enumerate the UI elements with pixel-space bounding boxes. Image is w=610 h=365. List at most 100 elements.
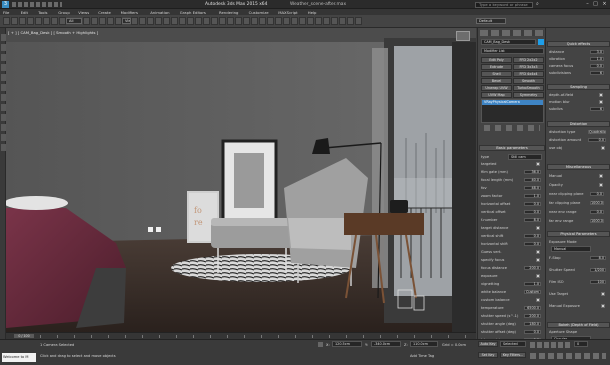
left-tool-icon[interactable] — [0, 44, 6, 51]
maximize-button[interactable]: □ — [592, 1, 599, 8]
param-spinner[interactable]: 200.0 — [524, 313, 541, 318]
toolbar-tool-icon[interactable] — [203, 17, 210, 25]
modifier-button-unwrap-uvw[interactable]: Unwrap UVW — [481, 85, 512, 91]
param-spinner[interactable]: 180.0 — [524, 321, 541, 326]
toolbar-tool-icon[interactable] — [211, 17, 218, 25]
toolbar-tool-icon[interactable] — [235, 17, 242, 25]
toolbar-tool-icon[interactable] — [339, 17, 346, 25]
param-checkbox[interactable] — [536, 250, 540, 254]
modifier-button-smooth[interactable]: Smooth — [513, 78, 544, 84]
z-coordinate-field[interactable]: 110.0cm — [410, 341, 438, 347]
toolbar-tool-icon[interactable] — [59, 17, 66, 25]
left-tool-icon[interactable] — [0, 144, 6, 151]
modifier-button-extrude[interactable]: Extrude — [481, 64, 512, 70]
toolbar-tool-icon[interactable] — [331, 17, 338, 25]
param-spinner[interactable]: 0.0 — [590, 191, 604, 196]
toolbar-tool-icon[interactable] — [307, 17, 314, 25]
toolbar-tool-icon[interactable] — [259, 17, 266, 25]
modifier-button-symmetry[interactable]: Symmetry — [513, 92, 544, 98]
param-spinner[interactable]: 200.0 — [524, 265, 541, 270]
modifier-button-shell[interactable]: Shell — [481, 71, 512, 77]
param-spinner[interactable]: 8.0 — [524, 217, 541, 222]
param-spinner[interactable]: Quadratic — [588, 129, 606, 134]
viewport-navigation-icons[interactable] — [530, 353, 606, 359]
toolbar-tool-icon[interactable] — [19, 17, 26, 25]
left-tool-icon[interactable] — [0, 74, 6, 81]
key-filters-button[interactable]: Key Filters... — [500, 352, 526, 358]
object-color-swatch[interactable] — [538, 39, 544, 45]
selection-filter-dropdown[interactable]: All — [66, 18, 82, 24]
param-spinner[interactable]: 0.0 — [524, 241, 541, 246]
toolbar-tool-icon[interactable] — [323, 17, 330, 25]
toolbar-tool-icon[interactable] — [171, 17, 178, 25]
toolbar-tool-icon[interactable] — [291, 17, 298, 25]
param-spinner[interactable]: 1/200 — [590, 267, 606, 272]
param-spinner[interactable]: 1.0 — [524, 281, 541, 286]
toolbar-tool-icon[interactable] — [147, 17, 154, 25]
param-spinner[interactable]: 6500.0 — [524, 305, 541, 310]
param-spinner[interactable]: 0.0 — [590, 63, 604, 68]
toolbar-tool-icon[interactable] — [267, 17, 274, 25]
param-checkbox[interactable] — [601, 146, 605, 150]
param-checkbox[interactable] — [536, 162, 540, 166]
key-selection-dropdown[interactable]: Selected — [500, 341, 526, 347]
param-spinner[interactable]: 0.0 — [524, 209, 541, 214]
left-tool-icon[interactable] — [0, 114, 6, 121]
toolbar-tool-icon[interactable] — [115, 17, 122, 25]
toolbar-tool-icon[interactable] — [43, 17, 50, 25]
param-checkbox[interactable] — [601, 304, 605, 308]
miscellaneous-rollout[interactable]: Miscellaneous — [547, 164, 610, 170]
modifier-button-ffd-2x2x2[interactable]: FFD 2x2x2 — [513, 57, 544, 63]
param-checkbox[interactable] — [599, 100, 603, 104]
param-spinner[interactable]: 0.0 — [590, 209, 604, 214]
param-checkbox[interactable] — [536, 298, 540, 302]
param-checkbox[interactable] — [536, 274, 540, 278]
param-spinner[interactable]: 0.0 — [588, 137, 606, 142]
workspace-dropdown[interactable]: Default — [476, 18, 506, 24]
timeline-slider[interactable]: 0 / 100 — [14, 334, 34, 338]
toolbar-tool-icon[interactable] — [107, 17, 114, 25]
stack-tool-icons[interactable] — [484, 125, 540, 131]
search-input[interactable]: Type a keyword or phrase — [475, 1, 533, 8]
lock-selection-icon[interactable] — [318, 342, 323, 347]
toolbar-tool-icon[interactable] — [275, 17, 282, 25]
param-spinner[interactable]: 1.0 — [524, 193, 541, 198]
toolbar-tool-icon[interactable] — [355, 17, 362, 25]
param-spinner[interactable]: 48.0 — [524, 185, 541, 190]
stack-item-selected[interactable]: VRayPhysicalCamera — [482, 100, 543, 105]
param-spinner[interactable]: 0.0 — [524, 329, 541, 334]
modifier-button-turbosmooth[interactable]: TurboSmooth — [513, 85, 544, 91]
toolbar-tool-icon[interactable] — [315, 17, 322, 25]
toolbar-tool-icon[interactable] — [219, 17, 226, 25]
viewport-label[interactable]: [ + ] [ CAM_Bag_Desk ] [ Smooth + Highli… — [8, 30, 98, 35]
left-tool-icon[interactable] — [0, 124, 6, 131]
param-spinner[interactable]: 100 — [590, 279, 606, 284]
left-tool-icon[interactable] — [0, 34, 6, 41]
toolbar-tool-icon[interactable] — [27, 17, 34, 25]
toolbar-tool-icon[interactable] — [99, 17, 106, 25]
toolbar-tool-icon[interactable] — [163, 17, 170, 25]
toolbar-tool-icon[interactable] — [299, 17, 306, 25]
viewport-scene[interactable]: fo re — [6, 28, 476, 332]
param-spinner[interactable]: 1.0 — [590, 56, 604, 61]
param-spinner[interactable]: 1000.0 — [590, 218, 604, 223]
type-dropdown[interactable]: Still cam — [508, 154, 542, 160]
object-name-field[interactable]: CAM_Bag_Desk — [481, 39, 536, 45]
viewcube-icon[interactable] — [456, 31, 470, 41]
modifier-button-ffd-3x3x3[interactable]: FFD 3x3x3 — [513, 64, 544, 70]
param-spinner[interactable]: 40.0 — [524, 177, 541, 182]
toolbar-tool-icon[interactable] — [179, 17, 186, 25]
param-checkbox[interactable] — [599, 93, 603, 97]
reference-coordinate-dropdown[interactable]: View — [122, 18, 131, 24]
left-tool-icon[interactable] — [0, 64, 6, 71]
param-checkbox[interactable] — [599, 174, 603, 178]
toolbar-tool-icon[interactable] — [187, 17, 194, 25]
sampling-rollout[interactable]: Sampling — [547, 84, 610, 90]
toolbar-tool-icon[interactable] — [283, 17, 290, 25]
toolbar-tool-icon[interactable] — [155, 17, 162, 25]
x-coordinate-field[interactable]: 120.5cm — [332, 341, 362, 347]
left-tool-icon[interactable] — [0, 54, 6, 61]
close-button[interactable]: × — [601, 1, 608, 8]
toolbar-tool-icon[interactable] — [51, 17, 58, 25]
toolbar-tool-icon[interactable] — [91, 17, 98, 25]
